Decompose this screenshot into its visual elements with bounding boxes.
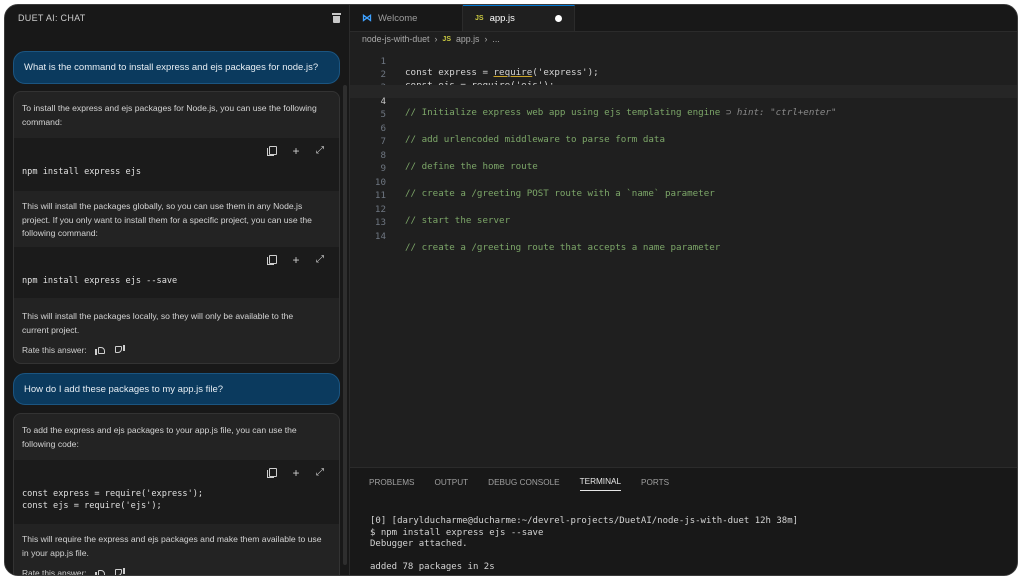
insert-icon[interactable]: + [291,145,301,157]
rate-label: Rate this answer: [22,345,87,355]
code-line: const ejs = require('ejs'); [22,501,162,511]
code-line[interactable]: 12 // start the server [350,193,1017,226]
answer-text: command: [22,116,63,127]
trash-icon[interactable] [332,13,341,23]
rate-answer: Rate this answer: [22,345,125,355]
editor-tabs: ⋈ Welcome JS app.js [350,5,1017,32]
answer-text: in your app.js file. [22,547,89,558]
chevron-right-icon: › [484,34,488,44]
code-line[interactable]: 11 [350,179,1017,201]
thumbs-down-icon[interactable] [114,568,125,575]
user-question-1: What is the command to install express a… [13,51,340,84]
ai-answer-1: To install the express and ejs packages … [13,91,340,364]
tab-output[interactable]: OUTPUT [435,474,469,491]
code-line[interactable]: 6 // add urlencoded middleware to parse … [350,112,1017,145]
answer-text: following code: [22,438,79,449]
code-line: npm install express ejs --save [22,276,178,286]
copy-icon[interactable] [267,468,277,478]
answer-text: following command: [22,228,98,239]
code-line[interactable]: 8 // define the home route [350,139,1017,172]
tab-terminal[interactable]: TERMINAL [579,473,622,491]
question-text: How do I add these packages to my app.js… [24,383,224,395]
answer-text: This will install the packages locally, … [22,311,294,321]
code-line[interactable]: 2 const ejs = require('ejs'); [350,58,1017,91]
tab-app-js[interactable]: JS app.js [463,5,575,31]
rate-label: Rate this answer: [22,568,87,576]
terminal-output[interactable]: [0] [darylducharme@ducharme:~/devrel-pro… [370,516,798,574]
code-block-2: + ⤢ npm install express ejs --save [14,247,339,298]
terminal-line: [0] [darylducharme@ducharme:~/devrel-pro… [370,516,799,526]
tab-label: Welcome [378,12,418,24]
app-window: DUET AI: CHAT What is the command to ins… [4,4,1018,576]
breadcrumb: node-js-with-duet › JS app.js › ... [350,32,1017,46]
chat-panel: DUET AI: CHAT What is the command to ins… [5,5,350,575]
code-editor: ⋈ Welcome JS app.js node-js-with-duet › … [350,5,1017,467]
expand-icon[interactable]: ⤢ [315,146,325,156]
vscode-icon: ⋈ [362,12,372,24]
code-line[interactable]: 13 [350,206,1017,228]
chat-header: DUET AI: CHAT [5,5,349,31]
code-line[interactable]: 14 // create a /greeting route that acce… [350,220,1017,253]
tab-label: app.js [489,13,515,24]
code-line-current[interactable]: 4 // Initialize express web app using ej… [350,85,1017,118]
answer-text: current project. [22,324,80,335]
chat-messages: What is the command to install express a… [9,31,341,576]
code-line[interactable]: 10 // create a /greeting POST route with… [350,166,1017,199]
unsaved-dot-icon[interactable] [555,15,562,22]
code-line: const express = require('express'); [22,489,204,499]
answer-text: This will install the packages globally,… [22,201,303,211]
tab-welcome[interactable]: ⋈ Welcome [350,5,463,31]
terminal-line: $ npm install express ejs --save [370,527,544,538]
thumbs-down-icon[interactable] [114,345,125,355]
code-line[interactable]: 7 [350,125,1017,147]
expand-icon[interactable]: ⤢ [315,255,325,265]
code-line[interactable]: 9 [350,152,1017,174]
js-file-icon: JS [442,35,451,43]
line-number: 14 [374,231,386,242]
copy-icon[interactable] [267,146,277,156]
code-line[interactable]: 5 [350,98,1017,120]
thumbs-up-icon[interactable] [94,345,106,355]
breadcrumb-file[interactable]: app.js [456,34,479,44]
line-content: // create a /greeting route that accepts… [405,242,721,253]
bottom-panel: PROBLEMS OUTPUT DEBUG CONSOLE TERMINAL P… [350,467,1017,575]
tab-ports[interactable]: PORTS [641,474,669,491]
terminal-line: added 78 packages in 2s [370,562,495,572]
expand-icon[interactable]: ⤢ [315,468,325,478]
answer-text: To install the express and ejs packages … [22,103,317,113]
code-block-1: + ⤢ npm install express ejs [14,138,339,191]
answer-text: project. If you only want to install the… [22,214,312,225]
code-line[interactable]: 3 [350,71,1017,93]
tab-problems[interactable]: PROBLEMS [369,474,415,491]
insert-icon[interactable]: + [291,467,301,479]
thumbs-up-icon[interactable] [94,568,106,575]
chat-scrollbar[interactable] [343,85,347,565]
js-file-icon: JS [475,15,484,22]
answer-text: This will require the express and ejs pa… [22,534,322,544]
chevron-right-icon: › [434,34,438,44]
breadcrumb-folder[interactable]: node-js-with-duet [362,34,429,44]
code-block-3: + ⤢ const express = require('express'); … [14,460,339,524]
ai-answer-2: To add the express and ejs packages to y… [13,413,340,576]
copy-icon[interactable] [267,255,277,265]
question-text: What is the command to install express a… [24,62,319,73]
insert-icon[interactable]: + [291,254,301,266]
user-question-2: How do I add these packages to my app.js… [13,373,340,405]
answer-text: To add the express and ejs packages to y… [22,425,297,435]
tab-debug-console[interactable]: DEBUG CONSOLE [488,474,559,491]
code-line: npm install express ejs [22,167,141,177]
code-line[interactable]: 1 const express = require('express'); [350,45,1017,78]
breadcrumb-more[interactable]: ... [492,34,499,44]
rate-answer: Rate this answer: [22,568,125,576]
panel-tabs: PROBLEMS OUTPUT DEBUG CONSOLE TERMINAL P… [350,468,1017,496]
chat-title: DUET AI: CHAT [18,13,86,23]
terminal-line: Debugger attached. [370,539,468,549]
